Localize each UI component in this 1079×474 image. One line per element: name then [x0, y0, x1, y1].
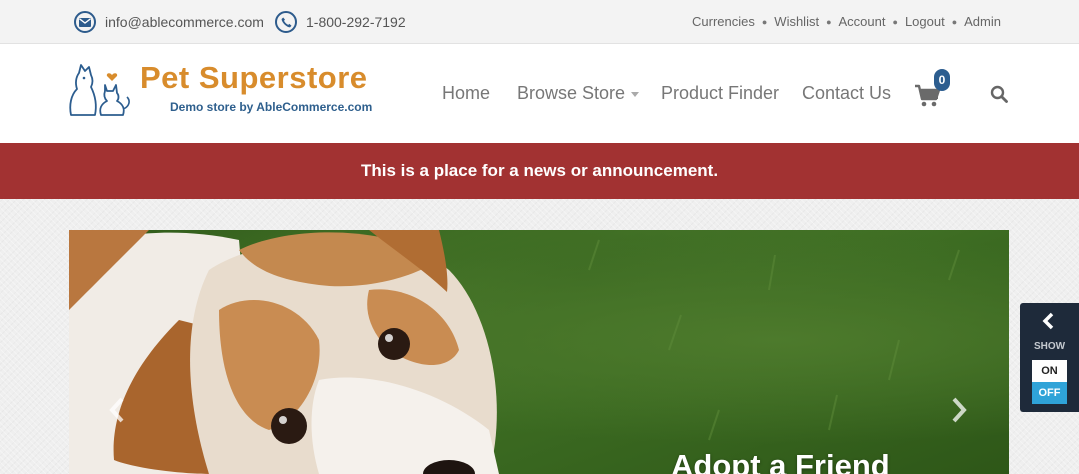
link-separator: ●	[826, 16, 832, 27]
nav-home[interactable]: Home	[442, 83, 490, 104]
carousel-next-arrow-icon[interactable]	[949, 396, 969, 429]
chevron-left-icon[interactable]	[1040, 311, 1058, 336]
hero-slider[interactable]: Adopt a Friend	[69, 230, 1009, 474]
email-text: info@ablecommerce.com	[105, 14, 264, 30]
cart-count-badge[interactable]: 0	[934, 69, 950, 91]
carousel-prev-arrow-icon[interactable]	[107, 396, 127, 429]
hero-caption: Adopt a Friend	[671, 448, 890, 474]
announcement-text: This is a place for a news or announceme…	[360, 161, 719, 180]
site-header: Pet Superstore Demo store by AbleCommerc…	[0, 44, 1079, 143]
nav-browse-store-label: Browse Store	[517, 83, 626, 103]
logout-link[interactable]: Logout	[905, 14, 945, 29]
envelope-icon	[74, 11, 96, 33]
nav-contact-us[interactable]: Contact Us	[802, 83, 891, 104]
account-link[interactable]: Account	[839, 14, 886, 29]
top-bar: info@ablecommerce.com 1-800-292-7192 Cur…	[0, 0, 1079, 44]
phone-icon	[275, 11, 297, 33]
store-tagline: Demo store by AbleCommerce.com	[170, 100, 373, 114]
dog-photo	[69, 230, 960, 474]
store-name[interactable]: Pet Superstore	[140, 60, 368, 96]
phone-text: 1-800-292-7192	[306, 14, 406, 30]
link-separator: ●	[761, 16, 768, 27]
currencies-link[interactable]: Currencies	[692, 14, 755, 29]
dog-cat-logo-icon[interactable]	[67, 61, 133, 122]
wishlist-link[interactable]: Wishlist	[774, 14, 819, 29]
account-links: Currencies ● Wishlist ● Account ● Logout…	[692, 14, 1001, 29]
side-toggle-widget: SHOW ON OFF	[1020, 303, 1079, 412]
link-separator: ●	[951, 16, 958, 27]
show-label: SHOW	[1033, 341, 1066, 352]
phone-contact[interactable]: 1-800-292-7192	[275, 11, 406, 33]
nav-browse-store[interactable]: Browse Store	[517, 83, 640, 104]
toggle-on-button[interactable]: ON	[1032, 360, 1067, 382]
admin-link[interactable]: Admin	[964, 14, 1001, 29]
email-contact[interactable]: info@ablecommerce.com	[74, 11, 264, 33]
announcement-banner: This is a place for a news or announceme…	[0, 143, 1079, 199]
caret-down-icon	[631, 91, 640, 97]
toggle-off-button[interactable]: OFF	[1032, 382, 1067, 404]
search-icon[interactable]	[990, 85, 1008, 108]
nav-product-finder[interactable]: Product Finder	[661, 83, 779, 104]
link-separator: ●	[892, 16, 898, 27]
